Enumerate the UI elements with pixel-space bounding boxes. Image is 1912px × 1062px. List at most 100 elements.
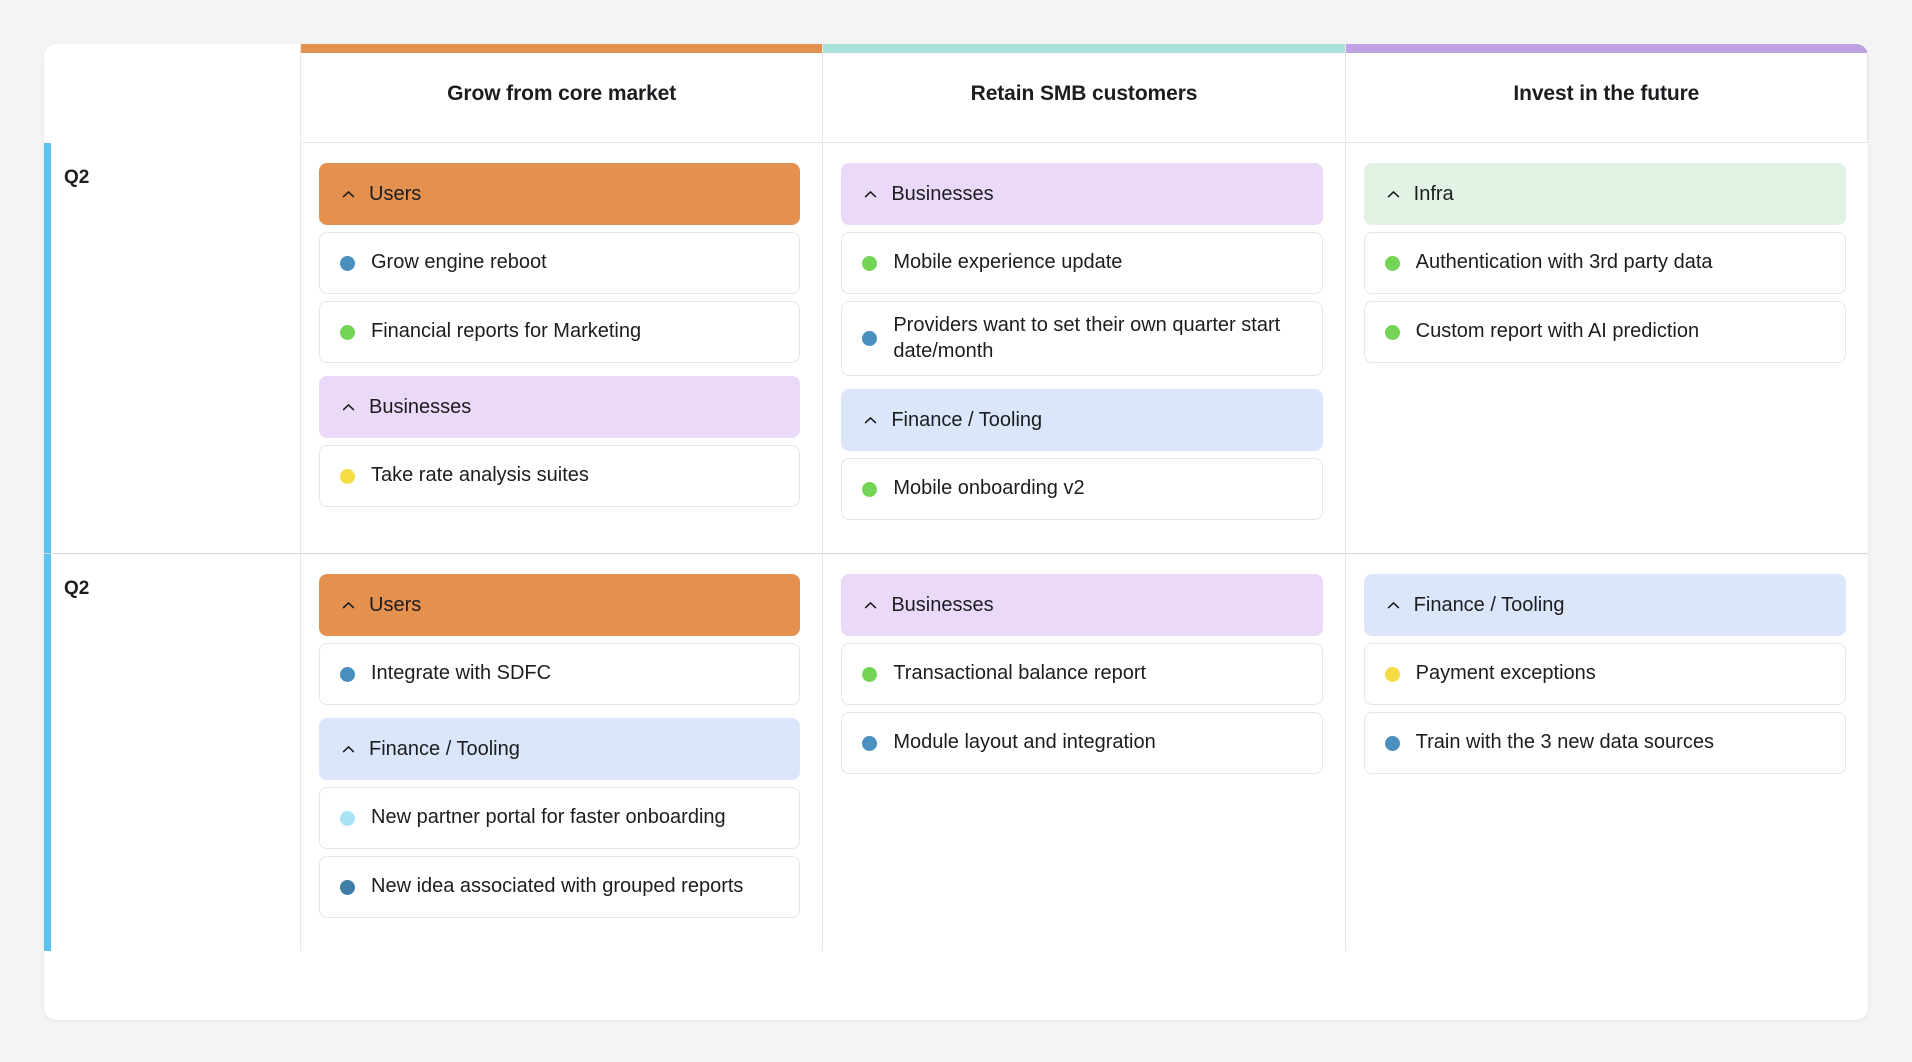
lane-r2-c2: Businesses Transactional balance report Mo… bbox=[823, 554, 1346, 952]
group-header-finance-tooling[interactable]: Finance / Tooling bbox=[319, 718, 801, 781]
group-title: Businesses bbox=[369, 396, 472, 418]
group-header-infra[interactable]: Infra bbox=[1363, 163, 1846, 225]
group-title: Businesses bbox=[891, 594, 994, 617]
group-header-businesses[interactable]: Businesses bbox=[841, 574, 1323, 637]
group-header-users[interactable]: Users bbox=[319, 574, 801, 637]
item-card[interactable]: Financial reports for Marketing bbox=[319, 301, 801, 363]
item-title: Take rate analysis suites bbox=[371, 464, 589, 487]
item-title: Module layout and integration bbox=[893, 731, 1156, 754]
chevron-up-icon bbox=[341, 742, 356, 757]
item-card[interactable]: Transactional balance report bbox=[841, 643, 1323, 706]
status-dot bbox=[340, 879, 355, 895]
column-accent-bar-2 bbox=[823, 44, 1345, 53]
lane-r1-c3: Infra Authentication with 3rd party data C… bbox=[1345, 143, 1868, 555]
row-accent-stripe bbox=[44, 554, 51, 952]
column-title: Grow from core market bbox=[447, 81, 677, 105]
item-card[interactable]: Mobile experience update bbox=[841, 232, 1323, 294]
group-title: Finance / Tooling bbox=[891, 409, 1043, 432]
lane-r1-c1: Users Grow engine reboot Financial reports… bbox=[301, 143, 824, 555]
column-accent-bar-1 bbox=[301, 44, 823, 53]
item-title: Grow engine reboot bbox=[371, 251, 547, 274]
item-title: Integrate with SDFC bbox=[371, 662, 552, 685]
row-label: Q2 bbox=[64, 167, 90, 188]
status-dot bbox=[862, 331, 878, 347]
item-card[interactable]: Module layout and integration bbox=[841, 712, 1323, 775]
row-label: Q2 bbox=[64, 578, 90, 600]
board-grid: Grow from core market Retain SMB customer… bbox=[44, 44, 1868, 952]
item-title: New idea associated with grouped reports bbox=[371, 875, 744, 898]
item-card[interactable]: Authentication with 3rd party data bbox=[1363, 232, 1846, 294]
chevron-up-icon bbox=[341, 187, 356, 202]
chevron-up-icon bbox=[863, 413, 878, 428]
column-header-3: Invest in the future bbox=[1345, 44, 1868, 143]
status-dot bbox=[862, 666, 878, 682]
item-card[interactable]: Grow engine reboot bbox=[319, 232, 801, 294]
status-dot bbox=[340, 810, 355, 826]
chevron-up-icon bbox=[863, 187, 878, 202]
chevron-up-icon bbox=[1386, 187, 1401, 202]
status-dot bbox=[862, 481, 878, 497]
group-header-finance-tooling[interactable]: Finance / Tooling bbox=[841, 389, 1323, 452]
column-title: Invest in the future bbox=[1513, 81, 1700, 105]
group-header-businesses[interactable]: Businesses bbox=[319, 376, 801, 438]
status-dot bbox=[340, 255, 355, 271]
column-header-1: Grow from core market bbox=[301, 44, 824, 143]
group-title: Infra bbox=[1413, 183, 1454, 205]
item-title: Mobile experience update bbox=[893, 251, 1123, 274]
chevron-up-icon bbox=[1386, 598, 1401, 613]
status-dot bbox=[1384, 666, 1400, 682]
item-card[interactable]: Mobile onboarding v2 bbox=[841, 458, 1323, 521]
group-header-users[interactable]: Users bbox=[319, 163, 801, 225]
item-card[interactable]: New partner portal for faster onboarding bbox=[319, 787, 801, 850]
item-title: Train with the 3 new data sources bbox=[1415, 731, 1714, 754]
item-card[interactable]: Train with the 3 new data sources bbox=[1363, 712, 1846, 775]
status-dot bbox=[1384, 255, 1400, 271]
row-accent-stripe bbox=[44, 143, 51, 554]
item-card[interactable]: Providers want to set their own quarter … bbox=[841, 301, 1323, 377]
item-card[interactable]: Take rate analysis suites bbox=[319, 445, 801, 507]
group-header-businesses[interactable]: Businesses bbox=[841, 163, 1323, 225]
status-dot bbox=[1384, 735, 1400, 751]
group-title: Users bbox=[369, 594, 422, 617]
lane-r2-c1: Users Integrate with SDFC Finance / Toolin… bbox=[301, 554, 824, 952]
item-title: New partner portal for faster onboarding bbox=[371, 806, 726, 829]
lane-r2-c3: Finance / Tooling Payment exceptions Train… bbox=[1345, 554, 1868, 952]
group-title: Finance / Tooling bbox=[1413, 594, 1565, 617]
item-card[interactable]: Integrate with SDFC bbox=[319, 643, 801, 706]
roadmap-board: Grow from core market Retain SMB customer… bbox=[44, 44, 1868, 1020]
board-corner-cell bbox=[44, 44, 301, 143]
lane-spacer bbox=[1364, 781, 1846, 925]
lane-spacer bbox=[319, 514, 800, 527]
chevron-up-icon bbox=[341, 598, 356, 613]
status-dot bbox=[340, 666, 355, 682]
lane-spacer bbox=[841, 781, 1322, 925]
group-title: Users bbox=[369, 183, 422, 205]
item-title: Providers want to set their own quarter … bbox=[893, 314, 1281, 362]
row-label-cell-2: Q2 bbox=[44, 554, 301, 952]
chevron-up-icon bbox=[341, 400, 356, 415]
item-title: Transactional balance report bbox=[893, 662, 1147, 685]
lane-spacer bbox=[1364, 370, 1846, 527]
item-card[interactable]: Payment exceptions bbox=[1363, 643, 1846, 706]
item-title: Payment exceptions bbox=[1415, 662, 1596, 685]
lane-r1-c2: Businesses Mobile experience update Provid… bbox=[823, 143, 1346, 555]
status-dot bbox=[862, 735, 878, 751]
group-title: Finance / Tooling bbox=[369, 738, 520, 761]
item-title: Custom report with AI prediction bbox=[1415, 320, 1700, 343]
status-dot bbox=[340, 324, 355, 340]
item-title: Mobile onboarding v2 bbox=[893, 477, 1085, 500]
group-header-finance-tooling[interactable]: Finance / Tooling bbox=[1363, 574, 1846, 637]
item-title: Authentication with 3rd party data bbox=[1415, 251, 1713, 274]
column-header-2: Retain SMB customers bbox=[823, 44, 1346, 143]
status-dot bbox=[340, 468, 355, 484]
column-title: Retain SMB customers bbox=[970, 81, 1198, 105]
status-dot bbox=[862, 255, 878, 271]
chevron-up-icon bbox=[863, 598, 878, 613]
status-dot bbox=[1384, 324, 1400, 340]
item-card[interactable]: New idea associated with grouped reports bbox=[319, 856, 801, 919]
row-label-cell-1: Q2 bbox=[44, 143, 301, 555]
item-card[interactable]: Custom report with AI prediction bbox=[1363, 301, 1846, 363]
column-accent-bar-3 bbox=[1345, 44, 1867, 53]
group-title: Businesses bbox=[891, 183, 994, 205]
item-title: Financial reports for Marketing bbox=[371, 320, 642, 343]
